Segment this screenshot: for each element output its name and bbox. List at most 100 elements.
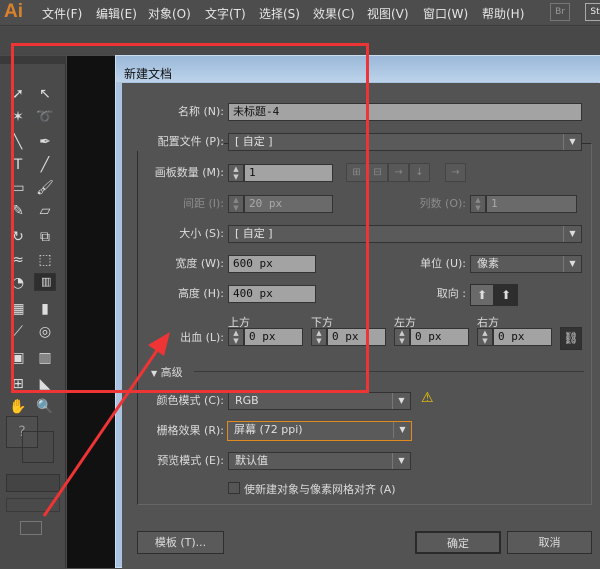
bleed-right-input[interactable]: 0 px bbox=[493, 328, 552, 346]
grid-by-column-icon[interactable]: ⊟ bbox=[367, 163, 388, 182]
hand-tool-icon[interactable]: ✋ bbox=[7, 397, 29, 417]
menu-file[interactable]: 文件(F) bbox=[42, 5, 82, 22]
portrait-orientation-button[interactable]: ⬆ bbox=[470, 284, 494, 306]
arrange-by-row-icon[interactable]: → bbox=[388, 163, 409, 182]
artboards-input[interactable]: 1 bbox=[244, 164, 333, 182]
stock-button[interactable]: St bbox=[585, 3, 600, 21]
draw-mode-buttons[interactable] bbox=[6, 498, 60, 512]
chevron-down-icon: ▼ bbox=[393, 422, 411, 438]
raster-effects-select[interactable]: 屏幕 (72 ppi) ▼ bbox=[227, 421, 412, 441]
link-bleed-icon[interactable]: ⛓ bbox=[560, 327, 582, 350]
menu-select[interactable]: 选择(S) bbox=[259, 5, 300, 22]
menu-type[interactable]: 文字(T) bbox=[205, 5, 246, 22]
chevron-down-icon: ▼ bbox=[563, 226, 581, 242]
type-tool-icon[interactable]: T bbox=[7, 155, 29, 175]
symbol-sprayer-tool-icon[interactable]: ▣ bbox=[7, 348, 29, 368]
width-input[interactable]: 600 px bbox=[228, 255, 316, 273]
scale-tool-icon[interactable]: ⧉ bbox=[34, 227, 56, 247]
slice-tool-icon[interactable]: ◣ bbox=[34, 374, 56, 394]
layout-direction-icon[interactable]: → bbox=[445, 163, 466, 182]
raster-effects-label: 栅格效果 (R): bbox=[156, 424, 224, 437]
rectangle-tool-icon[interactable]: ▭ bbox=[7, 178, 29, 198]
menu-window[interactable]: 窗口(W) bbox=[423, 5, 468, 22]
units-label: 单位 (U): bbox=[420, 257, 466, 270]
warning-icon: ⚠ bbox=[421, 390, 434, 406]
perspective-grid-tool-icon[interactable]: ▥ bbox=[34, 273, 56, 291]
spacing-stepper: ▲ ▼ bbox=[228, 195, 244, 213]
menu-help[interactable]: 帮助(H) bbox=[482, 5, 524, 22]
bleed-bottom-input[interactable]: 0 px bbox=[327, 328, 386, 346]
columns-stepper: ▲ ▼ bbox=[470, 195, 486, 213]
raster-effects-value: 屏幕 (72 ppi) bbox=[234, 423, 303, 436]
spacing-input: 20 px bbox=[244, 195, 333, 213]
arrange-by-column-icon[interactable]: ↓ bbox=[409, 163, 430, 182]
template-button[interactable]: 模板 (T)... bbox=[137, 531, 224, 554]
cancel-button[interactable]: 取消 bbox=[507, 531, 592, 554]
grid-by-row-icon[interactable]: ⊞ bbox=[346, 163, 367, 182]
shape-builder-tool-icon[interactable]: ◔ bbox=[7, 273, 29, 293]
canvas[interactable] bbox=[67, 56, 117, 568]
ok-button[interactable]: 确定 bbox=[415, 531, 501, 554]
bleed-left-input[interactable]: 0 px bbox=[410, 328, 469, 346]
pen-tool-icon[interactable]: ╲ bbox=[7, 132, 29, 152]
color-mode-value: RGB bbox=[235, 394, 259, 407]
control-bar bbox=[0, 27, 600, 55]
menu-edit[interactable]: 编辑(E) bbox=[96, 5, 137, 22]
menu-view[interactable]: 视图(V) bbox=[367, 5, 409, 22]
zoom-tool-icon[interactable]: 🔍 bbox=[34, 397, 56, 417]
eraser-tool-icon[interactable]: ▱ bbox=[34, 201, 56, 221]
mesh-tool-icon[interactable]: ▦ bbox=[7, 299, 29, 319]
panel-collapse-strip[interactable] bbox=[0, 56, 66, 64]
bridge-button[interactable]: Br bbox=[550, 3, 570, 21]
bleed-top-input[interactable]: 0 px bbox=[244, 328, 303, 346]
warp-tool-icon[interactable]: ≈ bbox=[7, 250, 29, 270]
profile-select[interactable]: [ 自定 ] ▼ bbox=[228, 133, 582, 151]
artboards-label: 画板数量 (M): bbox=[154, 166, 224, 179]
artboard-tool-icon[interactable]: ⊞ bbox=[7, 374, 29, 394]
magic-wand-tool-icon[interactable]: ✶ bbox=[7, 107, 29, 127]
color-mode-select[interactable]: RGB ▼ bbox=[228, 392, 411, 410]
screen-mode-icon[interactable] bbox=[20, 521, 42, 535]
dialog-title: 新建文档 bbox=[116, 56, 600, 82]
menu-effect[interactable]: 效果(C) bbox=[313, 5, 355, 22]
height-label: 高度 (H): bbox=[177, 287, 224, 300]
color-mode-label: 颜色模式 (C): bbox=[156, 394, 224, 407]
divider bbox=[194, 371, 584, 372]
columns-input: 1 bbox=[486, 195, 577, 213]
stroke-swatch[interactable] bbox=[22, 431, 54, 463]
bleed-right-stepper[interactable]: ▲ ▼ bbox=[477, 328, 493, 346]
free-transform-tool-icon[interactable]: ⬚ bbox=[34, 250, 56, 270]
blend-tool-icon[interactable]: ◎ bbox=[34, 322, 56, 342]
bleed-top-stepper[interactable]: ▲ ▼ bbox=[228, 328, 244, 346]
advanced-toggle[interactable]: ▼ 高级 bbox=[151, 364, 183, 380]
pencil-tool-icon[interactable]: ✎ bbox=[7, 201, 29, 221]
gradient-tool-icon[interactable]: ▮ bbox=[34, 299, 56, 319]
units-select[interactable]: 像素 ▼ bbox=[470, 255, 582, 273]
profile-value: [ 自定 ] bbox=[235, 135, 273, 148]
artboards-stepper[interactable]: ▲ ▼ bbox=[228, 164, 244, 182]
orientation-label: 取向 : bbox=[436, 287, 466, 300]
selection-tool-icon[interactable]: ➚ bbox=[7, 84, 29, 104]
bleed-left-stepper[interactable]: ▲ ▼ bbox=[394, 328, 410, 346]
preview-mode-label: 预览模式 (E): bbox=[157, 454, 224, 467]
preview-mode-value: 默认值 bbox=[235, 454, 268, 467]
rotate-tool-icon[interactable]: ↻ bbox=[7, 227, 29, 247]
landscape-orientation-button[interactable]: ⬆ bbox=[494, 284, 518, 306]
column-graph-tool-icon[interactable]: ▥ bbox=[34, 348, 56, 368]
align-pixel-grid-checkbox[interactable] bbox=[228, 482, 240, 494]
menu-object[interactable]: 对象(O) bbox=[148, 5, 191, 22]
paintbrush-tool-icon[interactable]: 🖌 bbox=[34, 178, 56, 198]
color-mode-buttons[interactable] bbox=[6, 474, 60, 492]
align-pixel-grid-label[interactable]: 使新建对象与像素网格对齐 (A) bbox=[244, 481, 396, 497]
line-tool-icon[interactable]: ╱ bbox=[34, 155, 56, 175]
size-select[interactable]: [ 自定 ] ▼ bbox=[228, 225, 582, 243]
direct-selection-tool-icon[interactable]: ↖ bbox=[34, 84, 56, 104]
eyedropper-tool-icon[interactable]: ⟋ bbox=[7, 322, 29, 342]
preview-mode-select[interactable]: 默认值 ▼ bbox=[228, 452, 411, 470]
bleed-bottom-stepper[interactable]: ▲ ▼ bbox=[311, 328, 327, 346]
name-input[interactable]: 未标题-4 bbox=[228, 103, 582, 121]
height-input[interactable]: 400 px bbox=[228, 285, 316, 303]
triangle-down-icon: ▼ bbox=[151, 369, 158, 378]
curvature-tool-icon[interactable]: ✒ bbox=[34, 132, 56, 152]
lasso-tool-icon[interactable]: ➰ bbox=[34, 107, 56, 127]
